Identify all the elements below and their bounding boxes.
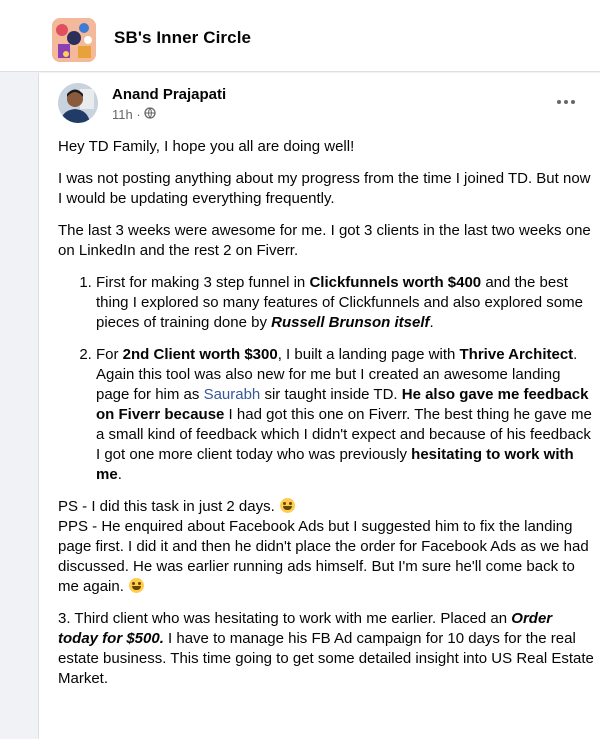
post-greeting: Hey TD Family, I hope you all are doing … xyxy=(58,138,355,155)
author-name[interactable]: Anand Prajapati xyxy=(112,86,226,103)
client-list: First for making 3 step funnel in Clickf… xyxy=(58,273,594,485)
mention-link[interactable]: Saurabh xyxy=(204,386,261,403)
grin-emoji-icon xyxy=(129,578,145,593)
post-ps: PS - I did this task in just 2 days. PPS… xyxy=(58,498,589,595)
author-avatar[interactable] xyxy=(58,83,98,123)
post-intro: I was not posting anything about my prog… xyxy=(58,170,591,207)
group-cover-thumbnail[interactable] xyxy=(52,18,96,62)
more-options-icon[interactable] xyxy=(551,95,581,109)
post-summary: The last 3 weeks were awesome for me. I … xyxy=(58,222,591,259)
post-body: Hey TD Family, I hope you all are doing … xyxy=(58,137,594,701)
list-item: For 2nd Client worth $300, I built a lan… xyxy=(96,345,594,485)
grin-emoji-icon xyxy=(279,498,295,513)
post-meta: 11h · xyxy=(112,107,156,122)
list-item: First for making 3 step funnel in Clickf… xyxy=(96,273,594,333)
post-card: Anand Prajapati 11h · Hey TD Family, I h… xyxy=(38,73,600,739)
group-name[interactable]: SB's Inner Circle xyxy=(114,28,251,48)
globe-icon xyxy=(144,107,156,122)
group-header: SB's Inner Circle xyxy=(0,0,600,72)
post-item3: 3. Third client who was hesitating to wo… xyxy=(58,610,594,687)
post-time[interactable]: 11h · xyxy=(112,107,141,122)
